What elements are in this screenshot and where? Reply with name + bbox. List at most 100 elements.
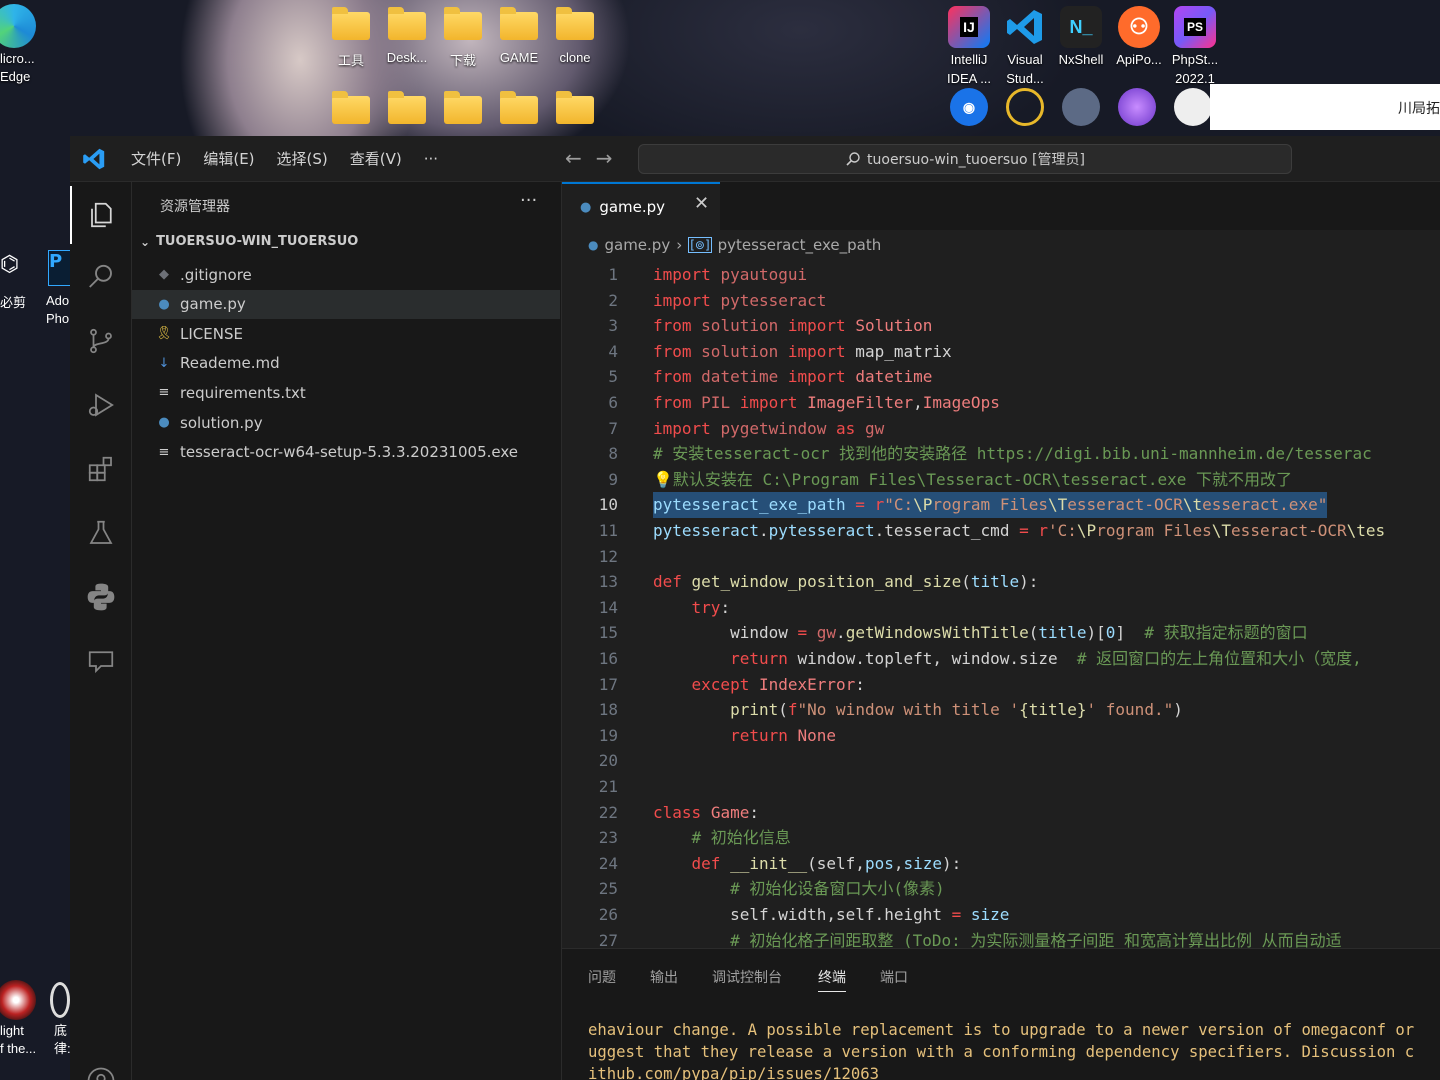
tab-terminal[interactable]: 终端	[818, 967, 846, 992]
code-line[interactable]: 1 import pyautogui	[562, 262, 1440, 288]
swirl-icon[interactable]	[1118, 88, 1156, 126]
navicat-icon[interactable]	[1174, 88, 1212, 126]
code-line[interactable]: 26 self.width,self.height = size	[562, 902, 1440, 928]
file-item[interactable]: ◆ .gitignore	[132, 260, 560, 289]
menu-more[interactable]: ···	[413, 136, 449, 182]
edge-icon[interactable]	[0, 4, 36, 48]
code-line[interactable]: 17 except IndexError:	[562, 672, 1440, 698]
menu-view[interactable]: 查看(V)	[339, 136, 413, 182]
vm-icon[interactable]	[1062, 88, 1100, 126]
code-line[interactable]: 20	[562, 748, 1440, 774]
file-item[interactable]: 🎗 LICENSE	[132, 319, 560, 348]
folder-icon[interactable]	[332, 91, 370, 124]
folder-label[interactable]: clone	[545, 50, 605, 65]
code-line[interactable]: 13 def get_window_position_and_size(title…	[562, 569, 1440, 595]
map-pin-icon[interactable]: ◉	[950, 88, 988, 126]
run-debug-icon[interactable]	[70, 376, 132, 434]
file-item[interactable]: ● solution.py	[132, 408, 560, 437]
file-item[interactable]: ≡ requirements.txt	[132, 378, 560, 407]
file-item[interactable]: ● game.py	[132, 289, 560, 319]
code-line[interactable]: 12	[562, 544, 1440, 570]
folder-icon[interactable]	[388, 7, 426, 40]
testing-icon[interactable]	[70, 504, 132, 562]
source-control-icon[interactable]	[70, 312, 132, 370]
explorer-icon[interactable]	[70, 186, 132, 244]
code-line[interactable]: 23 # 初始化信息	[562, 825, 1440, 851]
breadcrumb-symbol[interactable]: pytesseract_exe_path	[718, 236, 882, 254]
extensions-icon[interactable]	[70, 440, 132, 498]
visual-studio-label[interactable]: Visual Stud...	[994, 50, 1056, 88]
project-folder-header[interactable]: ⌄ TUOERSUO-WIN_TUOERSUO	[140, 234, 358, 249]
folder-icon[interactable]	[500, 91, 538, 124]
photoshop-icon[interactable]: P	[48, 250, 72, 286]
file-item[interactable]: ≡ tesseract-ocr-w64-setup-5.3.3.20231005.…	[132, 438, 560, 467]
code-line[interactable]: 11 pytesseract.pytesseract.tesseract_cmd …	[562, 518, 1440, 544]
folder-label[interactable]: 下载	[433, 50, 493, 69]
close-icon[interactable]: ✕	[694, 193, 709, 214]
apipost-label[interactable]: ApiPo...	[1108, 50, 1170, 69]
intellij-icon[interactable]: IJ	[948, 6, 990, 48]
code-line[interactable]: 10 pytesseract_exe_path = r"C:\Program Fi…	[562, 492, 1440, 518]
code-line[interactable]: 7 import pygetwindow as gw	[562, 416, 1440, 442]
code-line[interactable]: 4 from solution import map_matrix	[562, 339, 1440, 365]
code-line[interactable]: 2 import pytesseract	[562, 288, 1440, 314]
code-line[interactable]: 3 from solution import Solution	[562, 313, 1440, 339]
code-line[interactable]: 15 window = gw.getWindowsWithTitle(title…	[562, 620, 1440, 646]
code-line[interactable]: 24 def __init__(self,pos,size):	[562, 851, 1440, 877]
chat-icon[interactable]	[70, 632, 132, 690]
intellij-label[interactable]: IntelliJ IDEA ...	[938, 50, 1000, 88]
phpstorm-icon[interactable]: PS	[1174, 6, 1216, 48]
nxshell-label[interactable]: NxShell	[1050, 50, 1112, 69]
game-icon[interactable]	[0, 980, 36, 1020]
code-line[interactable]: 21	[562, 774, 1440, 800]
project-name: TUOERSUO-WIN_TUOERSUO	[156, 234, 359, 249]
folder-icon[interactable]	[500, 7, 538, 40]
forward-arrow-icon[interactable]: →	[596, 146, 613, 170]
menu-edit[interactable]: 编辑(E)	[192, 136, 265, 182]
folder-label[interactable]: 工具	[321, 50, 381, 69]
code-line[interactable]: 14 try:	[562, 595, 1440, 621]
nxshell-icon[interactable]: N_	[1060, 6, 1102, 48]
back-arrow-icon[interactable]: ←	[565, 146, 582, 170]
code-line[interactable]: 16 return window.topleft, window.size # …	[562, 646, 1440, 672]
apipost-icon[interactable]: ⚇	[1118, 6, 1160, 48]
tab-output[interactable]: 输出	[650, 967, 678, 987]
vscode-logo-icon	[70, 136, 118, 182]
account-icon[interactable]	[70, 1052, 132, 1080]
bijian-icon[interactable]: ⌬	[0, 252, 32, 288]
folder-label[interactable]: Desk...	[377, 50, 437, 65]
visual-studio-icon[interactable]	[1004, 6, 1046, 48]
code-editor[interactable]: 1 import pyautogui 2 import pytesseract 3 fro…	[562, 258, 1440, 948]
folder-icon[interactable]	[444, 7, 482, 40]
code-line[interactable]: 5 from datetime import datetime	[562, 364, 1440, 390]
breadcrumb-file[interactable]: game.py	[604, 236, 670, 254]
code-line[interactable]: 6 from PIL import ImageFilter,ImageOps	[562, 390, 1440, 416]
command-center[interactable]: tuoersuo-win_tuoersuo [管理员]	[638, 144, 1292, 174]
file-item[interactable]: ↓ Reademe.md	[132, 349, 560, 378]
code-line[interactable]: 18 print(f"No window with title '{title}…	[562, 697, 1440, 723]
sidebar-more-button[interactable]: ···	[520, 190, 537, 211]
code-line[interactable]: 27 # 初始化格子间距取整 (ToDo: 为实际测量格子间距 和宽高计算出比例…	[562, 928, 1440, 948]
code-line[interactable]: 25 # 初始化设备窗口大小(像素)	[562, 876, 1440, 902]
python-icon[interactable]	[70, 568, 132, 626]
search-icon[interactable]	[70, 248, 132, 306]
notification-popup[interactable]: 川局拓	[1210, 84, 1440, 130]
code-line[interactable]: 22 class Game:	[562, 800, 1440, 826]
app-icon[interactable]	[50, 982, 70, 1018]
folder-icon[interactable]	[444, 91, 482, 124]
folder-icon[interactable]	[556, 7, 594, 40]
code-line[interactable]: 8 # 安装tesseract-ocr 找到他的安装路径 https://digi…	[562, 441, 1440, 467]
folder-icon[interactable]	[332, 7, 370, 40]
folder-icon[interactable]	[388, 91, 426, 124]
menu-selection[interactable]: 选择(S)	[266, 136, 339, 182]
menu-file[interactable]: 文件(F)	[120, 136, 192, 182]
folder-label[interactable]: GAME	[489, 50, 549, 65]
tab-debug-console[interactable]: 调试控制台	[712, 967, 782, 987]
tab-ports[interactable]: 端口	[880, 967, 908, 987]
folder-icon[interactable]	[556, 91, 594, 124]
code-line[interactable]: 9 💡默认安装在 C:\Program Files\Tesseract-OCR\t…	[562, 467, 1440, 493]
code-line[interactable]: 19 return None	[562, 723, 1440, 749]
phpstorm-label[interactable]: PhpSt... 2022.1	[1164, 50, 1226, 88]
paw-icon[interactable]	[1006, 88, 1044, 126]
tab-problems[interactable]: 问题	[588, 967, 616, 987]
